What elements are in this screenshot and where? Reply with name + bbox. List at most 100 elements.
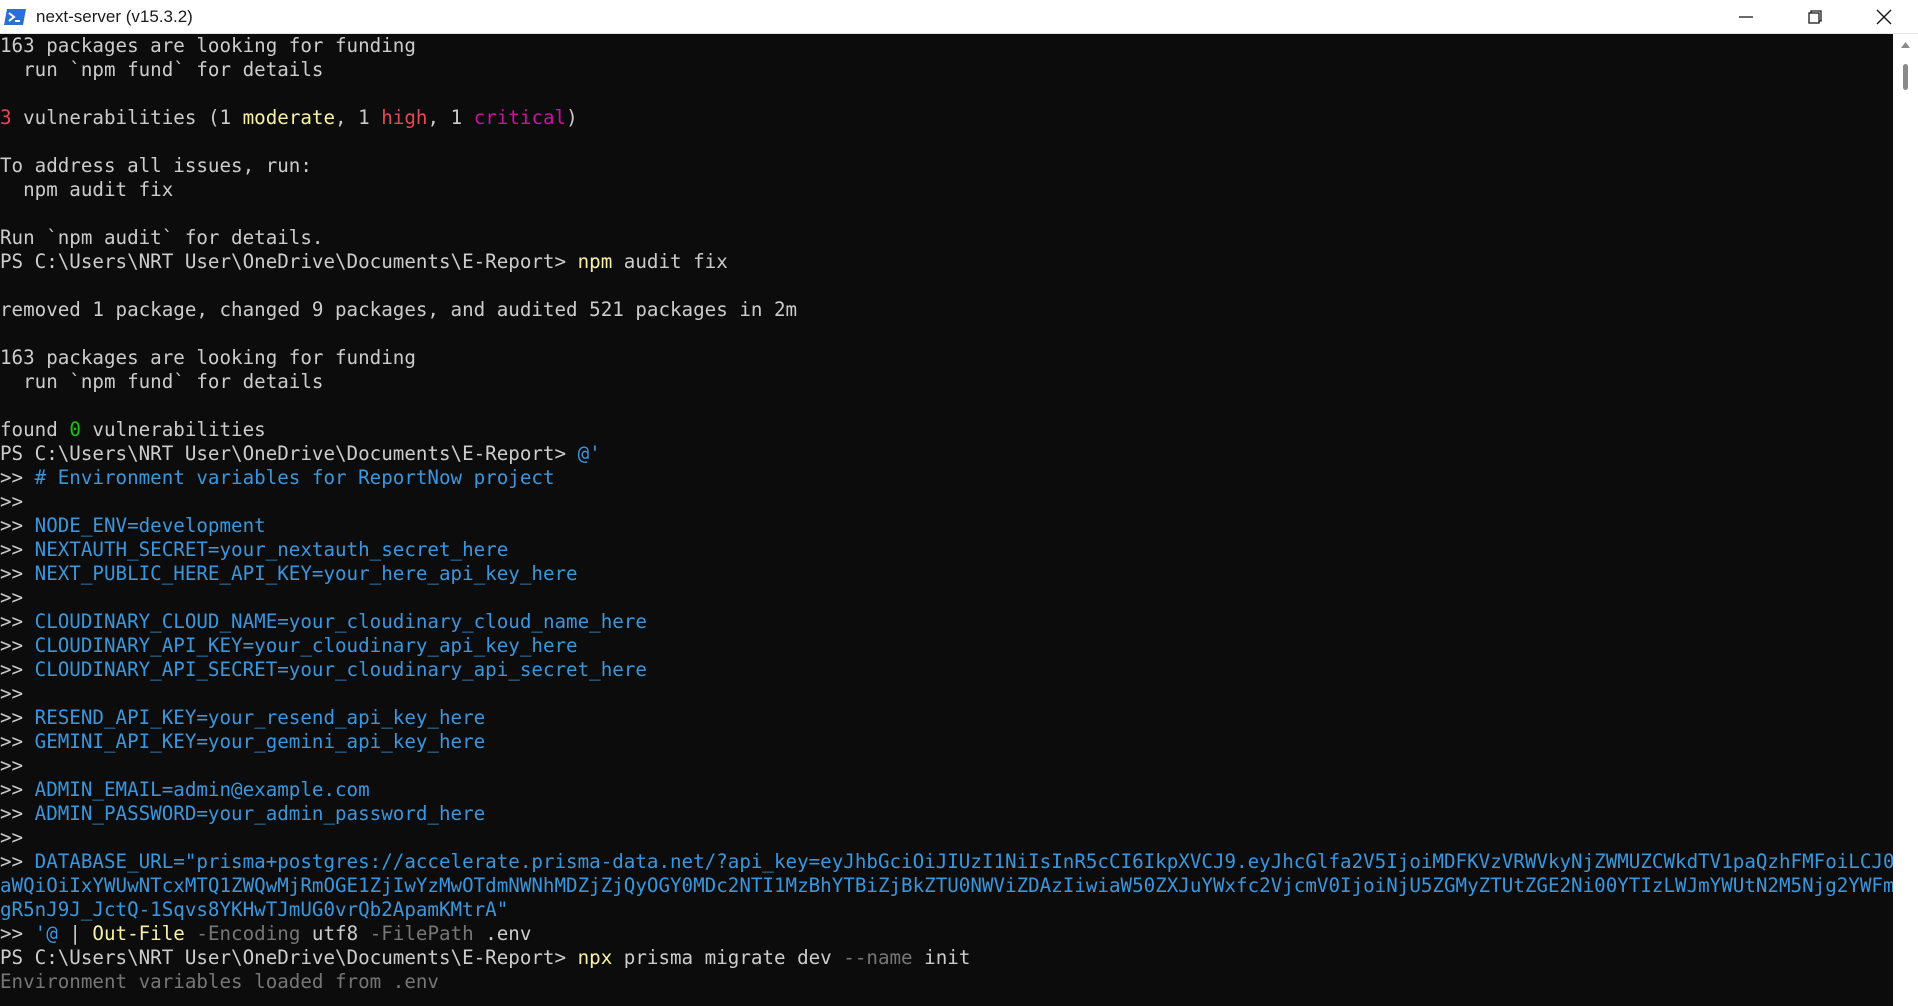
minimize-icon — [1738, 9, 1754, 25]
terminal-text-segment: >> — [0, 850, 35, 873]
terminal-line: >> — [0, 826, 1893, 850]
scrollbar-thumb[interactable] — [1903, 64, 1908, 90]
terminal-text-segment: utf8 — [300, 922, 370, 945]
terminal-text-segment: >> — [0, 466, 35, 489]
terminal-text-segment: CLOUDINARY_CLOUD_NAME=your_cloudinary_cl… — [34, 610, 647, 633]
terminal-line: >> CLOUDINARY_CLOUD_NAME=your_cloudinary… — [0, 610, 1893, 634]
terminal-text-segment: gR5nJ9J_JctQ-1Sqvs8YKHwTJmUG0vrQb2ApamKM… — [0, 898, 509, 921]
terminal-text-segment: , 1 — [335, 106, 382, 129]
terminal-line: >> GEMINI_API_KEY=your_gemini_api_key_he… — [0, 730, 1893, 754]
terminal-line: run `npm fund` for details — [0, 370, 1893, 394]
terminal-text-segment: >> — [0, 682, 24, 705]
terminal-line: To address all issues, run: — [0, 154, 1893, 178]
close-button[interactable] — [1849, 0, 1918, 34]
terminal-text-segment: NEXT_PUBLIC_HERE_API_KEY=your_here_api_k… — [34, 562, 578, 585]
terminal-text-segment: >> — [0, 658, 35, 681]
terminal-text-segment: removed 1 package, changed 9 packages, a… — [0, 298, 798, 321]
terminal-text-segment: | — [57, 922, 93, 945]
terminal-text-segment: Out-File — [92, 922, 185, 945]
terminal-line: removed 1 package, changed 9 packages, a… — [0, 298, 1893, 322]
terminal-line: gR5nJ9J_JctQ-1Sqvs8YKHwTJmUG0vrQb2ApamKM… — [0, 898, 1893, 922]
terminal-text-segment: vulnerabilities (1 — [11, 106, 243, 129]
terminal-text-segment: To address all issues, run: — [0, 154, 312, 177]
terminal-text-segment: , 1 — [427, 106, 474, 129]
title-bar[interactable]: next-server (v15.3.2) — [0, 0, 1918, 34]
terminal-text-segment: Run `npm audit` for details. — [0, 226, 324, 249]
maximize-button[interactable] — [1780, 0, 1849, 34]
terminal-text-segment: >> — [0, 706, 35, 729]
terminal-line: >> CLOUDINARY_API_KEY=your_cloudinary_ap… — [0, 634, 1893, 658]
terminal-text-segment: npx — [577, 946, 613, 969]
minimize-button[interactable] — [1711, 0, 1780, 34]
terminal-text-segment: moderate — [242, 106, 336, 129]
terminal-text-segment: init — [912, 946, 971, 969]
terminal-text-segment: DATABASE_URL="prisma+postgres://accelera… — [34, 850, 1893, 873]
terminal-line: >> '@ | Out-File -Encoding utf8 -FilePat… — [0, 922, 1893, 946]
vertical-scrollbar[interactable] — [1893, 34, 1918, 1006]
terminal-text-segment: >> — [0, 754, 24, 777]
terminal-line: >> — [0, 490, 1893, 514]
terminal-text-segment: >> — [0, 538, 35, 561]
terminal-text-segment: aWQiOiIxYWUwNTcxMTQ1ZWQwMjRmOGE1ZjIwYzMw… — [0, 874, 1893, 897]
terminal-text-segment: 163 packages are looking for funding — [0, 346, 416, 369]
terminal-text-segment: npm — [577, 250, 613, 273]
scroll-up-icon[interactable] — [1893, 34, 1918, 56]
terminal-text-segment: CLOUDINARY_API_SECRET=your_cloudinary_ap… — [34, 658, 647, 681]
terminal-text-segment: ADMIN_EMAIL=admin@example.com — [34, 778, 370, 801]
terminal-text-segment: CLOUDINARY_API_KEY=your_cloudinary_api_k… — [34, 634, 578, 657]
terminal-text-segment: npm audit fix — [0, 178, 174, 201]
terminal-text-segment: -FilePath — [369, 922, 474, 945]
terminal-text-segment: >> — [0, 634, 35, 657]
terminal-line: 163 packages are looking for funding — [0, 34, 1893, 58]
terminal-line: npm audit fix — [0, 178, 1893, 202]
terminal-line: >> — [0, 754, 1893, 778]
terminal-text-segment: vulnerabilities — [80, 418, 266, 441]
terminal-text-segment: # Environment variables for ReportNow pr… — [34, 466, 555, 489]
powershell-icon — [4, 8, 26, 26]
terminal-line: Run `npm audit` for details. — [0, 226, 1893, 250]
terminal-text-segment: >> — [0, 778, 35, 801]
terminal-text-segment: @' — [577, 442, 601, 465]
terminal-line: >> NEXTAUTH_SECRET=your_nextauth_secret_… — [0, 538, 1893, 562]
terminal-text-segment: NEXTAUTH_SECRET=your_nextauth_secret_her… — [34, 538, 509, 561]
terminal-text-segment: -Encoding — [196, 922, 301, 945]
terminal-line: >> NEXT_PUBLIC_HERE_API_KEY=your_here_ap… — [0, 562, 1893, 586]
terminal-output[interactable]: 163 packages are looking for funding run… — [0, 34, 1893, 1006]
terminal-text-segment: .env — [473, 922, 532, 945]
terminal-text-segment: NODE_ENV=development — [34, 514, 266, 537]
terminal-line: >> CLOUDINARY_API_SECRET=your_cloudinary… — [0, 658, 1893, 682]
terminal-text-segment: run `npm fund` for details — [0, 370, 324, 393]
terminal-text-segment: ADMIN_PASSWORD=your_admin_password_here — [34, 802, 486, 825]
terminal-line: >> ADMIN_PASSWORD=your_admin_password_he… — [0, 802, 1893, 826]
terminal-line: >> — [0, 682, 1893, 706]
terminal-text-segment: --name — [843, 946, 913, 969]
terminal-line: aWQiOiIxYWUwNTcxMTQ1ZWQwMjRmOGE1ZjIwYzMw… — [0, 874, 1893, 898]
terminal-text-segment: >> — [0, 922, 35, 945]
terminal-text-segment: >> — [0, 490, 24, 513]
terminal-line: Environment variables loaded from .env — [0, 970, 1893, 994]
terminal-text-segment: critical — [473, 106, 567, 129]
terminal-text-segment: RESEND_API_KEY=your_resend_api_key_here — [34, 706, 486, 729]
terminal-text-segment: run `npm fund` for details — [0, 58, 324, 81]
window-title: next-server (v15.3.2) — [36, 6, 193, 26]
terminal-text-segment: >> — [0, 802, 35, 825]
terminal-line: 3 vulnerabilities (1 moderate, 1 high, 1… — [0, 106, 1893, 130]
terminal-text-segment: >> — [0, 826, 24, 849]
terminal-line: 163 packages are looking for funding — [0, 346, 1893, 370]
terminal-line: >> # Environment variables for ReportNow… — [0, 466, 1893, 490]
terminal-line: found 0 vulnerabilities — [0, 418, 1893, 442]
terminal-text-segment: prisma migrate dev — [612, 946, 844, 969]
terminal-line: >> NODE_ENV=development — [0, 514, 1893, 538]
terminal-line: run `npm fund` for details — [0, 58, 1893, 82]
terminal-text-segment: ) — [566, 106, 578, 129]
terminal-text-segment: >> — [0, 730, 35, 753]
terminal-text-segment: >> — [0, 586, 24, 609]
window-controls — [1711, 0, 1918, 34]
terminal-window: next-server (v15.3.2) 163 packages are l… — [0, 0, 1918, 1006]
terminal-text-segment: '@ — [34, 922, 58, 945]
terminal-line: >> DATABASE_URL="prisma+postgres://accel… — [0, 850, 1893, 874]
